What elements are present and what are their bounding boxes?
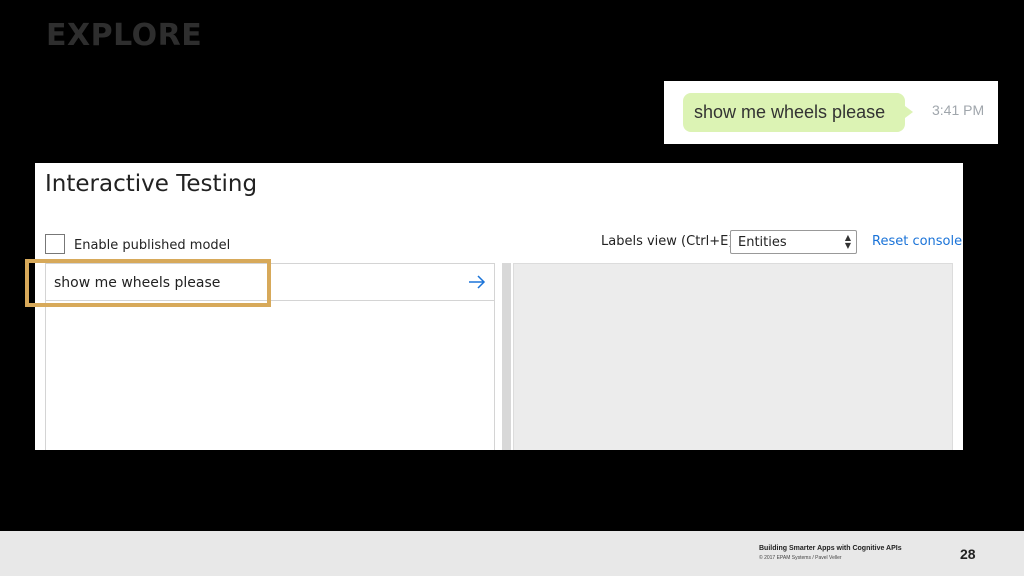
arrow-right-icon[interactable] — [467, 272, 487, 292]
slide-footer: Building Smarter Apps with Cognitive API… — [0, 531, 1024, 576]
slide-title: EXPLORE — [46, 18, 203, 53]
page-number: 28 — [960, 546, 976, 562]
labels-view-selected: Entities — [738, 234, 787, 250]
labels-view-label: Labels view (Ctrl+E) — [601, 234, 734, 249]
pane-splitter[interactable] — [502, 263, 511, 450]
highlight-frame — [25, 259, 271, 307]
footer-title: Building Smarter Apps with Cognitive API… — [759, 545, 902, 552]
results-pane — [513, 263, 953, 450]
panel-title: Interactive Testing — [45, 171, 258, 197]
reset-console-link[interactable]: Reset console — [872, 234, 962, 249]
chat-message-bubble: show me wheels please — [683, 93, 913, 132]
enable-published-checkbox[interactable] — [45, 234, 65, 254]
enable-published-label: Enable published model — [74, 238, 231, 253]
chat-message-time: 3:41 PM — [932, 102, 985, 118]
select-arrows-icon: ▲ ▼ — [844, 233, 851, 250]
footer-copyright: © 2017 EPAM Systems / Pavel Veller — [759, 555, 842, 561]
chat-message-card: show me wheels please 3:41 PM — [664, 81, 998, 144]
labels-view-select[interactable]: Entities ▲ ▼ — [730, 230, 857, 254]
